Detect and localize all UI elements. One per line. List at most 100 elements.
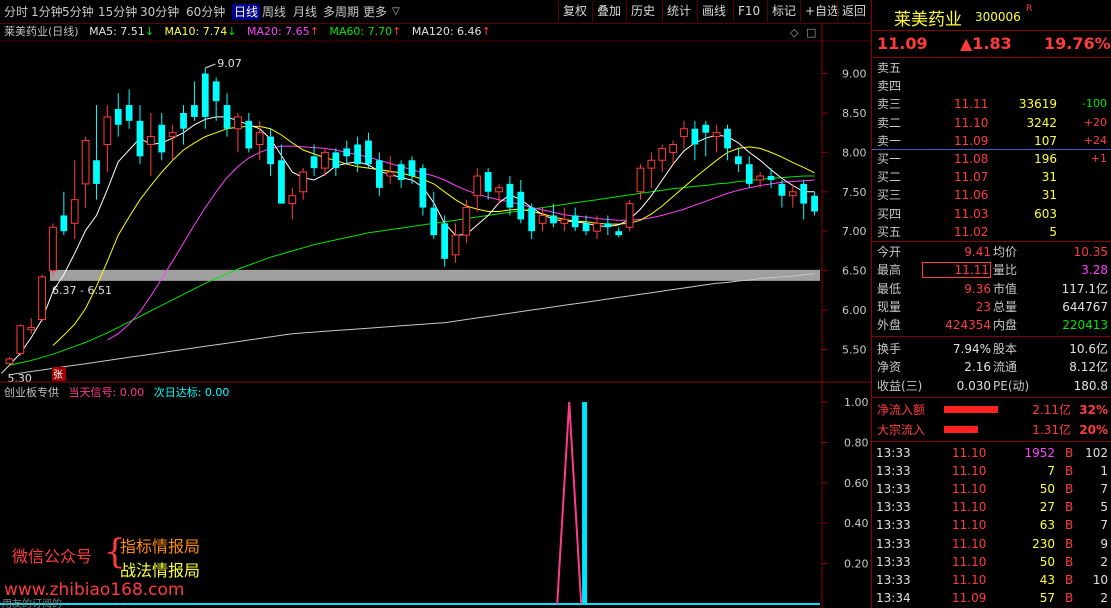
chart-annotations: 9.07 5.30 张: [1, 57, 242, 385]
candle-body: [419, 168, 427, 208]
tick-row: 13:34 11.09 57 B 2: [872, 589, 1111, 607]
candle-body: [278, 160, 285, 204]
r-badge: R: [1026, 4, 1033, 14]
period-tab-more[interactable]: 更多: [363, 4, 387, 20]
period-tab-monthly[interactable]: 月线: [293, 4, 317, 20]
fuquan-button[interactable]: 复权: [558, 1, 591, 22]
tick-price: 11.10: [952, 554, 987, 569]
stat-value: 0.030: [956, 378, 991, 393]
close-square-icon[interactable]: □: [806, 26, 816, 39]
stat-value: 9.41: [964, 245, 991, 259]
candle-body: [321, 151, 329, 169]
price-tick-label: 6.00: [842, 304, 867, 317]
tick-price: 11.10: [952, 464, 987, 479]
quote-panel: 莱美药业 300006 R 11.09 ▲1.83 19.76% 卖五 卖四 卖三 1…: [871, 0, 1111, 608]
candle-body: [81, 140, 90, 185]
support-zone: 6.37 - 6.51: [50, 269, 820, 297]
ask-label: 卖三: [877, 97, 902, 112]
tick-price: 11.10: [952, 536, 987, 551]
ma5-line: [9, 116, 815, 366]
candle-body: [550, 215, 557, 224]
candle-body: [484, 172, 492, 192]
ma60-label: MA60: 7.70↑: [329, 25, 402, 38]
candle-body: [473, 175, 482, 197]
draw-line-button[interactable]: 画线: [697, 1, 730, 22]
stat-key: 现量: [877, 299, 902, 314]
price-tick-label: 9.00: [842, 68, 867, 81]
candle-body: [712, 132, 721, 138]
candle-body: [299, 171, 308, 193]
bid-price: 11.07: [954, 170, 989, 185]
ask-label: 卖二: [877, 115, 902, 130]
zone-label: 6.37 - 6.51: [52, 284, 112, 297]
moving-average-lines: [9, 116, 815, 376]
bid-label: 买五: [877, 224, 902, 239]
statistics-button[interactable]: 统计: [662, 1, 695, 22]
period-tab-5min[interactable]: 5分钟: [62, 4, 94, 20]
history-button[interactable]: 历史: [626, 1, 659, 22]
price-tick-label: 7.00: [842, 225, 867, 238]
period-tab-fenshi[interactable]: 分时: [4, 4, 28, 20]
stat-key: 股本: [993, 342, 1018, 356]
price-change: ▲1.83: [960, 34, 1012, 53]
candle-body: [136, 120, 144, 157]
candle-body: [593, 222, 601, 232]
period-tab-multi[interactable]: 多周期: [323, 4, 359, 20]
candle-body: [604, 223, 612, 228]
tick-volume: 7: [1047, 464, 1055, 479]
candle-body: [288, 195, 297, 205]
indicator-tick-label: 0.60: [844, 477, 869, 490]
ask-volume: 33619: [1018, 97, 1057, 112]
period-tab-1min[interactable]: 1分钟: [31, 4, 63, 20]
candle-body: [528, 207, 536, 232]
flow-value: 2.11亿: [1032, 403, 1071, 417]
tick-time: 13:33: [876, 554, 911, 569]
stat-row: 外盘 424354 内盘 220413: [872, 316, 1111, 334]
low-pointer: [1, 364, 10, 374]
stat-value: 644767: [1062, 299, 1108, 314]
bid-volume: 31: [1041, 188, 1057, 203]
candle-body: [495, 187, 503, 193]
stat-row: 换手 7.94% 股本 10.6亿: [872, 340, 1111, 358]
indicator-tick-label: 0.40: [844, 517, 869, 530]
chevron-down-icon[interactable]: ▽: [392, 4, 400, 20]
stat-key: 市值: [993, 281, 1018, 296]
back-button[interactable]: 返回: [837, 1, 870, 22]
period-tab-daily[interactable]: 日线: [232, 4, 261, 20]
flow-row: 净流入额 2.11亿 32%: [872, 401, 1111, 419]
ask-row: 卖三 11.11 33619 -100: [872, 95, 1111, 113]
tick-volume: 1952: [1024, 446, 1055, 460]
period-tab-60min[interactable]: 60分钟: [186, 4, 225, 20]
candle-body: [267, 136, 274, 165]
ask-volume: 3242: [1026, 115, 1057, 130]
overlay-button[interactable]: 叠加: [592, 1, 625, 22]
candle-body: [212, 81, 220, 102]
stat-value: 180.8: [1073, 378, 1108, 393]
bid-label: 买四: [877, 206, 902, 221]
period-tab-30min[interactable]: 30分钟: [140, 4, 179, 20]
candle-body: [691, 128, 699, 145]
tick-time: 13:33: [876, 464, 911, 479]
tick-row: 13:33 11.10 7 B 1: [872, 462, 1111, 480]
ask-row: 卖五: [872, 59, 1111, 77]
candle-body: [441, 223, 449, 259]
bid-price: 11.08: [954, 152, 989, 166]
candle-body: [125, 105, 133, 121]
candle-body: [636, 167, 645, 193]
diamond-icon[interactable]: ◇: [790, 26, 798, 39]
stat-value: 8.12亿: [1069, 360, 1108, 375]
stat-value: 10.6亿: [1069, 342, 1108, 356]
f10-button[interactable]: F10: [733, 1, 764, 22]
low-label: 5.30: [7, 372, 32, 385]
mark-button[interactable]: 标记: [767, 1, 800, 22]
watermark-line1: 指标情报局: [120, 537, 201, 556]
tick-count: 2: [1100, 590, 1108, 605]
last-price: 11.09: [877, 34, 928, 53]
tick-volume: 50: [1039, 554, 1055, 569]
period-tab-15min[interactable]: 15分钟: [98, 4, 137, 20]
stat-key: 今开: [877, 245, 902, 259]
period-tab-weekly[interactable]: 周线: [262, 4, 286, 20]
candle-body: [354, 144, 361, 165]
flow-value: 1.31亿: [1032, 423, 1071, 437]
watermark-wechat: 微信公众号: [12, 547, 93, 566]
